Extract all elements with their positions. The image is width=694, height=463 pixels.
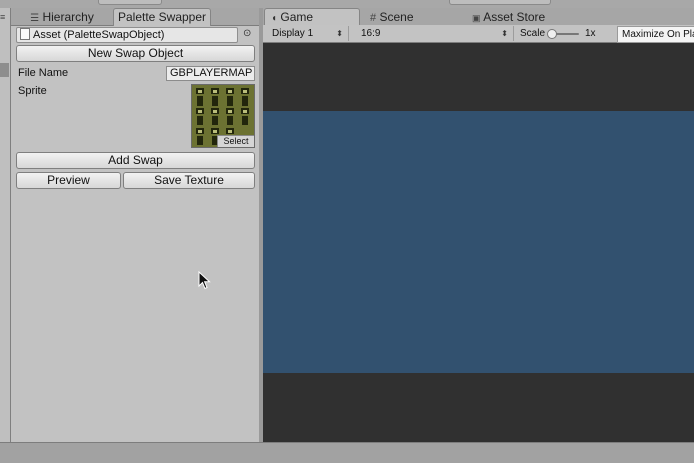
add-swap-button[interactable]: Add Swap [16,152,255,169]
mouse-cursor-icon [198,271,211,290]
aspect-dropdown[interactable]: 16:9 ⬍ [355,26,514,41]
game-icon: ◖ [271,13,278,24]
sprite-label: Sprite [18,85,47,97]
tab-scene[interactable]: # Scene [370,9,430,26]
maximize-on-play-toggle[interactable]: Maximize On Pla [617,26,694,43]
asset-store-icon: ▣ [472,13,481,23]
sprite-select-button[interactable]: Select [217,135,254,147]
status-bar [0,442,694,463]
toolbar-button-right[interactable] [449,0,551,5]
save-texture-button[interactable]: Save Texture [123,172,255,189]
tab-palette-swapper[interactable]: Palette Swapper [113,8,211,26]
panel-menu-icon[interactable]: ≡ [0,13,8,22]
dropdown-arrow-icon: ⬍ [336,29,343,38]
asset-field-value: Asset (PaletteSwapObject) [33,29,165,41]
asset-file-icon [20,28,30,41]
scene-grid-icon: # [370,12,377,24]
sprite-field[interactable]: Select [191,84,255,148]
tab-asset-store[interactable]: ▣ Asset Store [472,9,562,26]
preview-button[interactable]: Preview [16,172,121,189]
tab-game-label: Game [280,10,314,24]
asset-object-field[interactable]: Asset (PaletteSwapObject) [16,27,238,43]
hierarchy-icon: ☰ [30,13,40,24]
collapsed-panel-item [0,63,9,77]
new-swap-object-button[interactable]: New Swap Object [16,45,255,62]
tab-asset-store-label: Asset Store [483,10,546,24]
tab-hierarchy-label: Hierarchy [42,10,94,24]
scale-value: 1x [585,28,596,39]
object-picker-icon[interactable]: ⊙ [243,28,251,39]
aspect-dropdown-value: 16:9 [361,28,381,39]
game-view[interactable] [263,111,694,373]
scale-label: Scale [520,28,546,39]
tab-hierarchy[interactable]: ☰ Hierarchy [17,9,107,26]
tab-game[interactable]: ◖ Game [264,8,360,25]
tab-palette-swapper-label: Palette Swapper [117,10,207,24]
dropdown-arrow-icon: ⬍ [501,29,508,38]
display-dropdown-value: Display 1 [272,28,314,39]
toolbar-button-left[interactable] [98,0,162,5]
file-name-field[interactable]: GBPLAYERMAP [166,66,255,81]
tab-scene-label: Scene [379,10,414,24]
scale-slider-handle[interactable] [547,29,557,39]
display-dropdown[interactable]: Display 1 ⬍ [266,26,349,41]
file-name-label: File Name [18,67,69,79]
